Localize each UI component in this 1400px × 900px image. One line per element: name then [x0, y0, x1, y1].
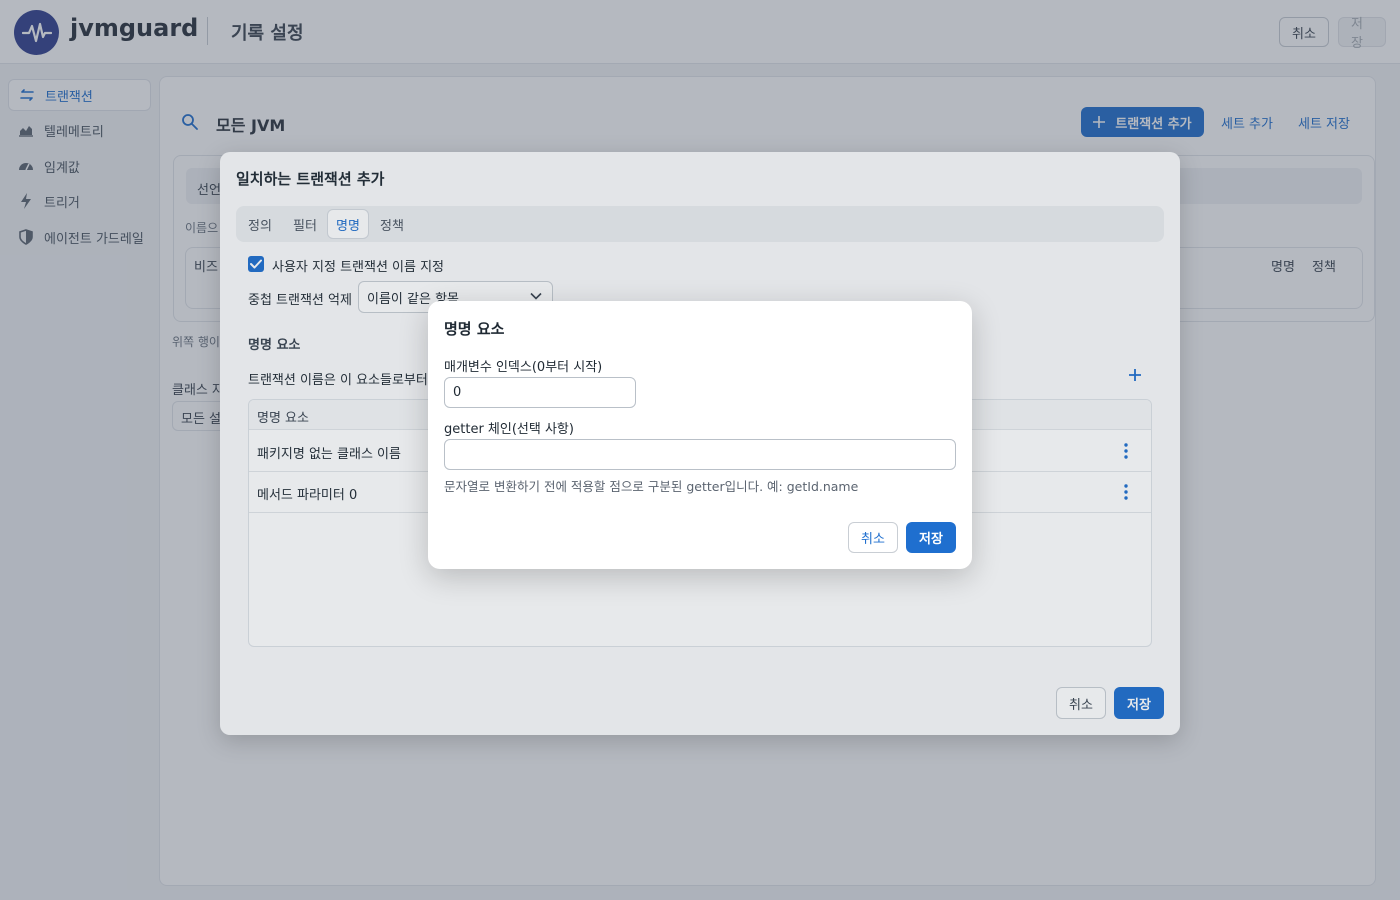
- modal-save-button[interactable]: 저장: [906, 522, 956, 553]
- getter-chain-input[interactable]: [444, 439, 956, 470]
- param-index-label: 매개변수 인덱스(0부터 시작): [444, 360, 603, 375]
- getter-chain-help: 문자열로 변환하기 전에 적용할 점으로 구분된 getter입니다. 예: g…: [444, 479, 859, 494]
- modal-cancel-button[interactable]: 취소: [848, 522, 898, 553]
- param-index-value: 0: [453, 385, 462, 400]
- naming-element-modal: 명명 요소 매개변수 인덱스(0부터 시작) 0 getter 체인(선택 사항…: [428, 301, 972, 569]
- getter-chain-label: getter 체인(선택 사항): [444, 422, 574, 437]
- param-index-input[interactable]: 0: [444, 377, 636, 408]
- app-root: jvmguard 기록 설정 취소 저장 트랜잭션 텔레메트리 임계값 트리거 …: [0, 0, 1400, 900]
- modal-title: 명명 요소: [444, 320, 505, 338]
